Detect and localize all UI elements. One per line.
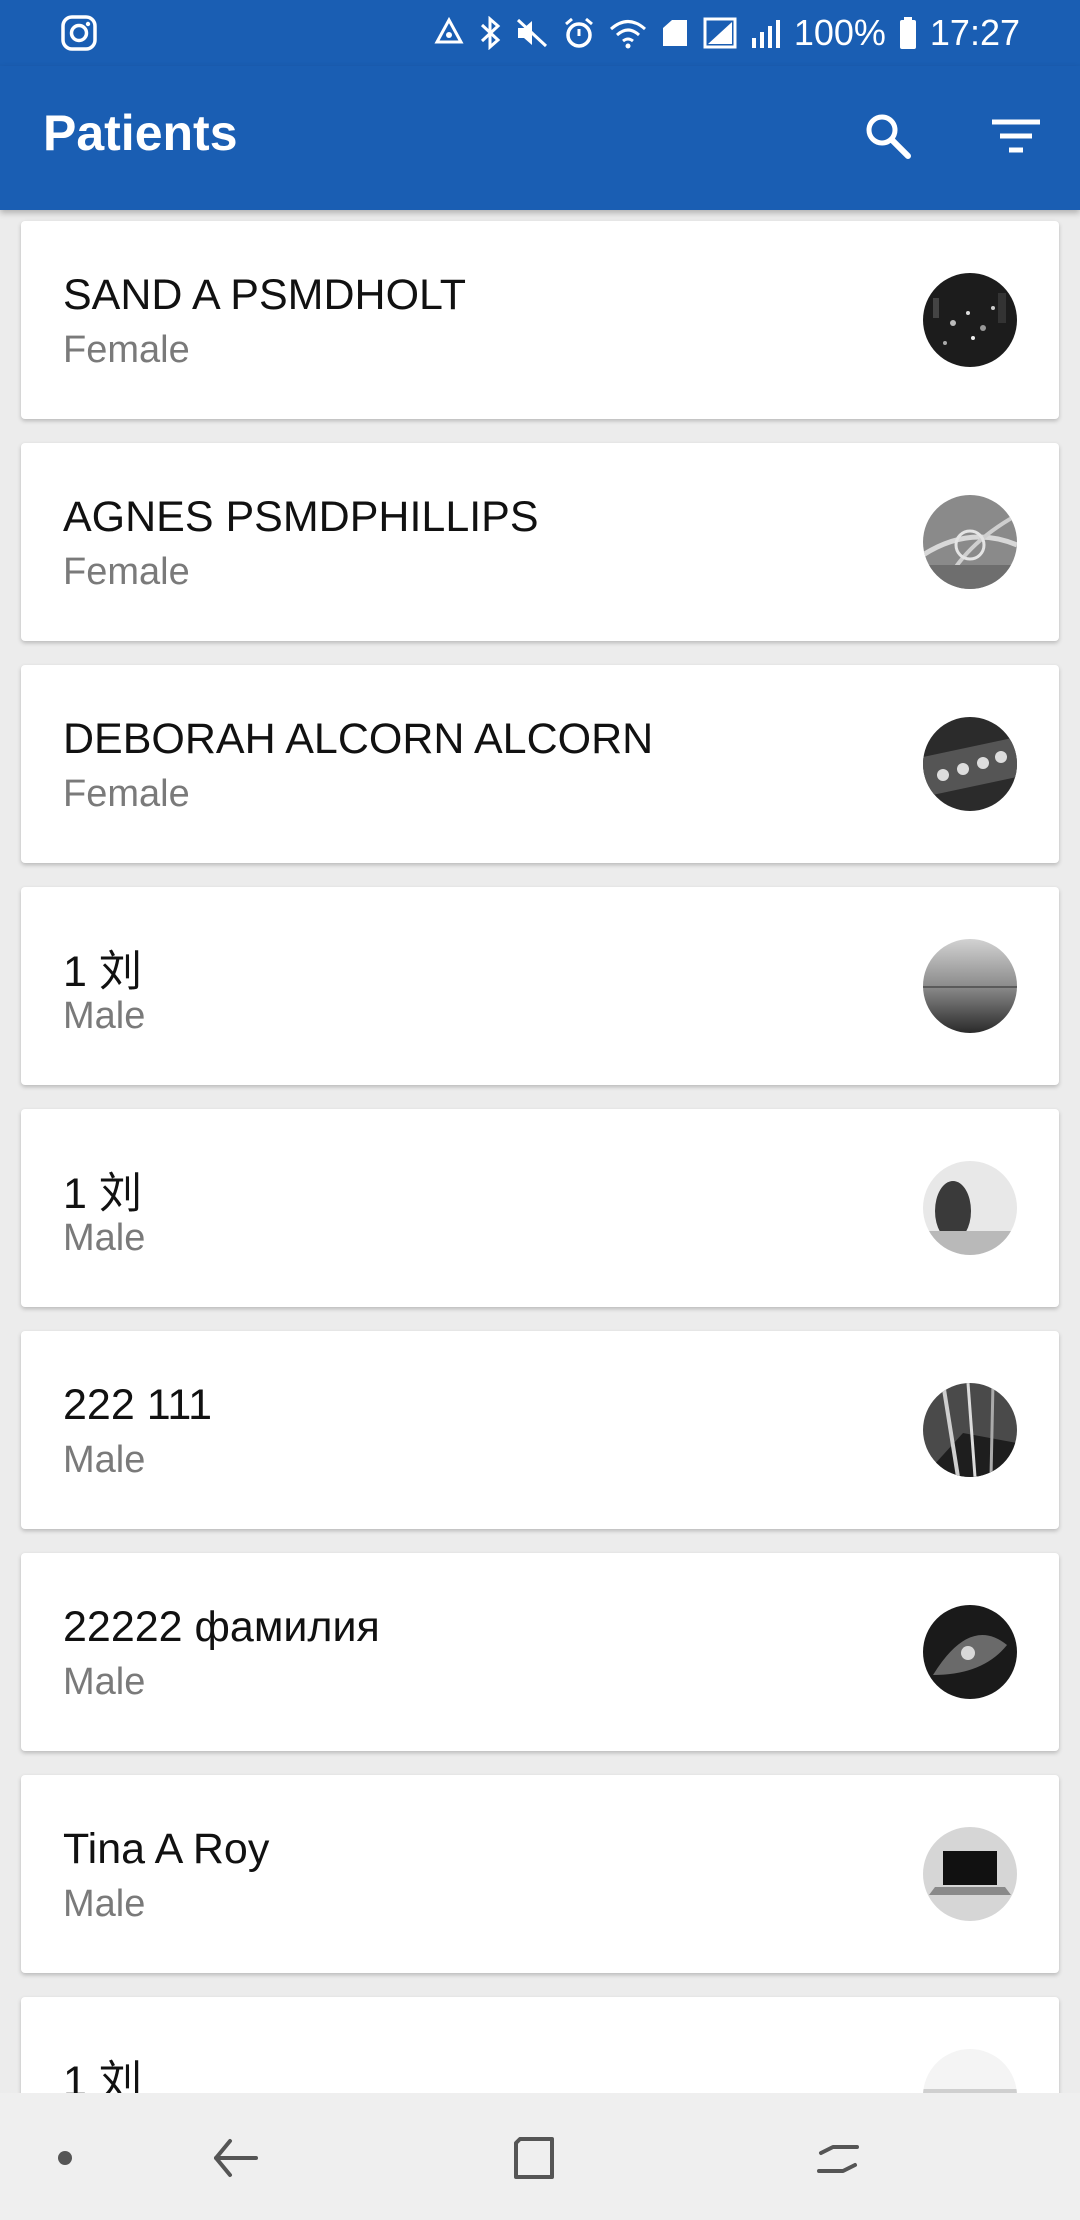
navigation-bar (0, 2093, 1080, 2220)
avatar (923, 1161, 1017, 1255)
home-icon (514, 2137, 554, 2179)
patient-gender: Male (63, 1439, 146, 1481)
patient-card[interactable]: 222 111 Male (21, 1331, 1059, 1529)
recents-icon (817, 2145, 859, 2173)
avatar (923, 495, 1017, 589)
avatar (923, 273, 1017, 367)
patient-name: 222 111 (63, 1381, 213, 1429)
patient-gender: Female (63, 329, 190, 371)
patient-name: SAND A PSMDHOLT (63, 271, 467, 319)
avatar (923, 1605, 1017, 1699)
avatar (923, 939, 1017, 1033)
patient-card[interactable]: Tina A Roy Male (21, 1775, 1059, 1973)
patient-card[interactable]: AGNES PSMDPHILLIPS Female (21, 443, 1059, 641)
patient-name: 1 刘 (63, 1170, 142, 1218)
no-sim-icon (703, 17, 737, 49)
search-icon (866, 114, 911, 159)
signal-icon (751, 20, 780, 48)
sync-icon (434, 16, 464, 44)
home-button[interactable] (500, 2123, 570, 2193)
nav-dot-icon (58, 2151, 72, 2165)
patient-gender: Female (63, 773, 190, 815)
avatar (923, 717, 1017, 811)
page-title: Patients (43, 105, 238, 161)
wifi-icon (609, 20, 646, 49)
avatar (923, 1383, 1017, 1477)
patient-list[interactable]: SAND A PSMDHOLT Female AGNES PSMDPHILLIP… (0, 210, 1080, 2093)
patient-name: 1 刘 (63, 948, 142, 996)
filter-button[interactable] (980, 100, 1052, 172)
recents-button[interactable] (803, 2123, 873, 2193)
patient-name: AGNES PSMDPHILLIPS (63, 493, 539, 541)
back-icon (214, 2139, 258, 2177)
patient-gender: Male (63, 1883, 146, 1925)
app-bar: Patients (0, 66, 1080, 210)
patient-card[interactable]: 1 刘 Male (21, 1109, 1059, 1307)
nav-dot-button[interactable] (30, 2123, 100, 2193)
patient-name: 22222 фамилия (63, 1603, 380, 1651)
alarm-icon (564, 17, 593, 48)
patient-gender: Male (63, 1217, 146, 1259)
patient-gender: Male (63, 995, 146, 1037)
bluetooth-icon (480, 16, 501, 50)
avatar (923, 1827, 1017, 1921)
patient-card[interactable]: SAND A PSMDHOLT Female (21, 221, 1059, 419)
patient-card[interactable]: DEBORAH ALCORN ALCORN Female (21, 665, 1059, 863)
status-bar: 100% 17:27 (0, 0, 1080, 66)
patient-card[interactable]: 1 刘 Male (21, 887, 1059, 1085)
clock: 17:27 (929, 12, 1020, 53)
status-icons: 100% 17:27 (432, 8, 1020, 58)
patient-name: DEBORAH ALCORN ALCORN (63, 715, 654, 763)
nfc-icon (662, 20, 687, 46)
patient-card[interactable]: 1 刘 (21, 1997, 1059, 2093)
search-button[interactable] (852, 100, 924, 172)
patient-name: 1 刘 (63, 2058, 142, 2093)
patient-name: Tina A Roy (63, 1825, 270, 1873)
patient-gender: Female (63, 551, 190, 593)
mute-icon (516, 18, 547, 48)
filter-icon (992, 119, 1040, 153)
instagram-icon (60, 14, 98, 52)
battery-icon (899, 17, 916, 49)
patient-gender: Male (63, 1661, 146, 1703)
battery-percent: 100% (793, 12, 886, 53)
back-button[interactable] (200, 2123, 270, 2193)
patient-card[interactable]: 22222 фамилия Male (21, 1553, 1059, 1751)
avatar (923, 2049, 1017, 2093)
